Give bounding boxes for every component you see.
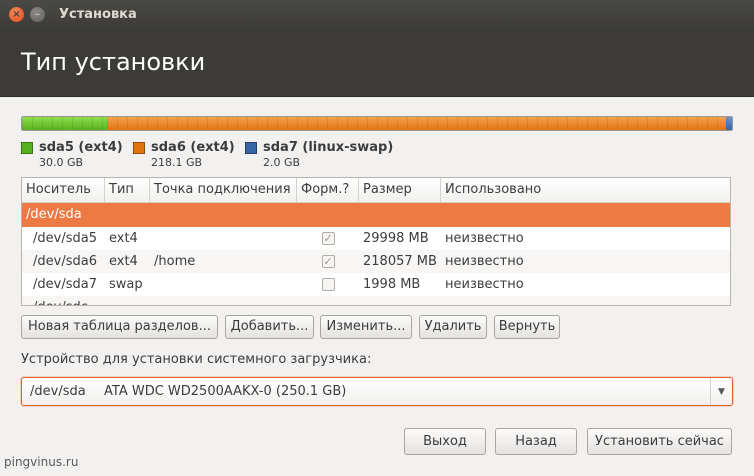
- table-row[interactable]: /dev/sda7 swap 1998 MB неизвестно: [22, 273, 730, 296]
- cell-format: ✓: [297, 227, 359, 250]
- cell-type: ext4: [109, 254, 138, 269]
- table-row[interactable]: /dev/sda6 ext4 /home ✓ 218057 MB неизвес…: [22, 250, 730, 273]
- title-bar: × – Установка: [0, 0, 754, 30]
- delete-partition-button[interactable]: Удалить: [419, 315, 487, 339]
- legend-size: 30.0 GB: [39, 156, 84, 169]
- legend-label: sda6 (ext4): [151, 140, 235, 155]
- revert-button[interactable]: Вернуть: [494, 315, 560, 339]
- add-partition-button[interactable]: Добавить...: [225, 315, 314, 339]
- cell-type: swap: [109, 277, 143, 292]
- column-header-used[interactable]: Использовано: [441, 178, 730, 203]
- cell-device: /dev/sda6: [33, 254, 97, 269]
- legend-swatch-ext4: [21, 142, 33, 154]
- window-title: Установка: [59, 7, 137, 22]
- new-partition-table-button[interactable]: Новая таблица разделов...: [21, 315, 218, 339]
- cell-used: неизвестно: [445, 231, 524, 246]
- column-header-type[interactable]: Тип: [105, 178, 150, 203]
- format-checkbox[interactable]: ✓: [321, 232, 335, 245]
- legend-item-sda5: sda5 (ext4) 30.0 GB: [21, 140, 133, 170]
- column-header-format[interactable]: Форм.?: [297, 178, 359, 203]
- cell-used: неизвестно: [445, 254, 524, 269]
- legend-label: sda7 (linux-swap): [263, 140, 394, 155]
- quit-button[interactable]: Выход: [404, 428, 486, 455]
- legend-item-sda6: sda6 (ext4) 218.1 GB: [133, 140, 245, 170]
- back-button[interactable]: Назад: [495, 428, 577, 455]
- table-row-partial[interactable]: /dev/sdc: [22, 296, 730, 305]
- watermark: pingvinus.ru: [4, 455, 79, 469]
- disk-legend: sda5 (ext4) 30.0 GB sda6 (ext4) 218.1 GB…: [21, 140, 395, 170]
- column-header-device[interactable]: Носитель: [22, 178, 105, 203]
- page-title: Тип установки: [21, 48, 206, 76]
- legend-size: 2.0 GB: [263, 156, 301, 169]
- bootloader-device: /dev/sda: [30, 384, 86, 399]
- cell-size: 29998 MB: [363, 231, 429, 246]
- bootloader-model: ATA WDC WD2500AAKX-0 (250.1 GB): [104, 384, 347, 399]
- table-row-device[interactable]: /dev/sda: [22, 203, 730, 227]
- table-row[interactable]: /dev/sda5 ext4 ✓ 29998 MB неизвестно: [22, 227, 730, 250]
- cell-device: /dev/sdc: [22, 296, 105, 305]
- disk-segment-sda6: [107, 117, 727, 130]
- bootloader-label: Устройство для установки системного загр…: [21, 352, 372, 367]
- page-header: Тип установки: [0, 30, 754, 97]
- close-icon[interactable]: ×: [9, 7, 24, 22]
- device-name: /dev/sda: [26, 207, 82, 222]
- partition-table[interactable]: Носитель Тип Точка подключения Форм.? Ра…: [21, 177, 731, 306]
- change-partition-button[interactable]: Изменить...: [320, 315, 412, 339]
- cell-size: 218057 MB: [363, 254, 437, 269]
- legend-label: sda5 (ext4): [39, 140, 123, 155]
- disk-segment-sda7: [725, 117, 732, 130]
- minimize-icon[interactable]: –: [30, 7, 45, 22]
- cell-format: ✓: [297, 250, 359, 273]
- disk-usage-bar: [21, 116, 733, 131]
- install-now-button[interactable]: Установить сейчас: [587, 428, 732, 455]
- legend-item-sda7: sda7 (linux-swap) 2.0 GB: [245, 140, 395, 170]
- disk-segment-sda5: [22, 117, 108, 130]
- cell-mount: [150, 227, 297, 250]
- column-header-mount[interactable]: Точка подключения: [150, 178, 297, 203]
- cell-device: /dev/sda5: [33, 231, 97, 246]
- format-checkbox[interactable]: [321, 278, 335, 291]
- legend-swatch-ext4: [133, 142, 145, 154]
- cell-mount: /home: [154, 254, 196, 269]
- cell-used: неизвестно: [445, 277, 524, 292]
- legend-size: 218.1 GB: [151, 156, 203, 169]
- column-header-size[interactable]: Размер: [359, 178, 441, 203]
- bootloader-device-select[interactable]: /dev/sda ATA WDC WD2500AAKX-0 (250.1 GB)…: [21, 377, 733, 406]
- cell-mount: [150, 273, 297, 296]
- cell-format: [297, 273, 359, 296]
- table-header: Носитель Тип Точка подключения Форм.? Ра…: [22, 178, 730, 203]
- format-checkbox[interactable]: ✓: [321, 255, 335, 268]
- cell-type: ext4: [109, 231, 138, 246]
- chevron-down-icon[interactable]: ▼: [710, 378, 732, 405]
- cell-size: 1998 MB: [363, 277, 421, 292]
- cell-device: /dev/sda7: [33, 277, 97, 292]
- legend-swatch-swap: [245, 142, 257, 154]
